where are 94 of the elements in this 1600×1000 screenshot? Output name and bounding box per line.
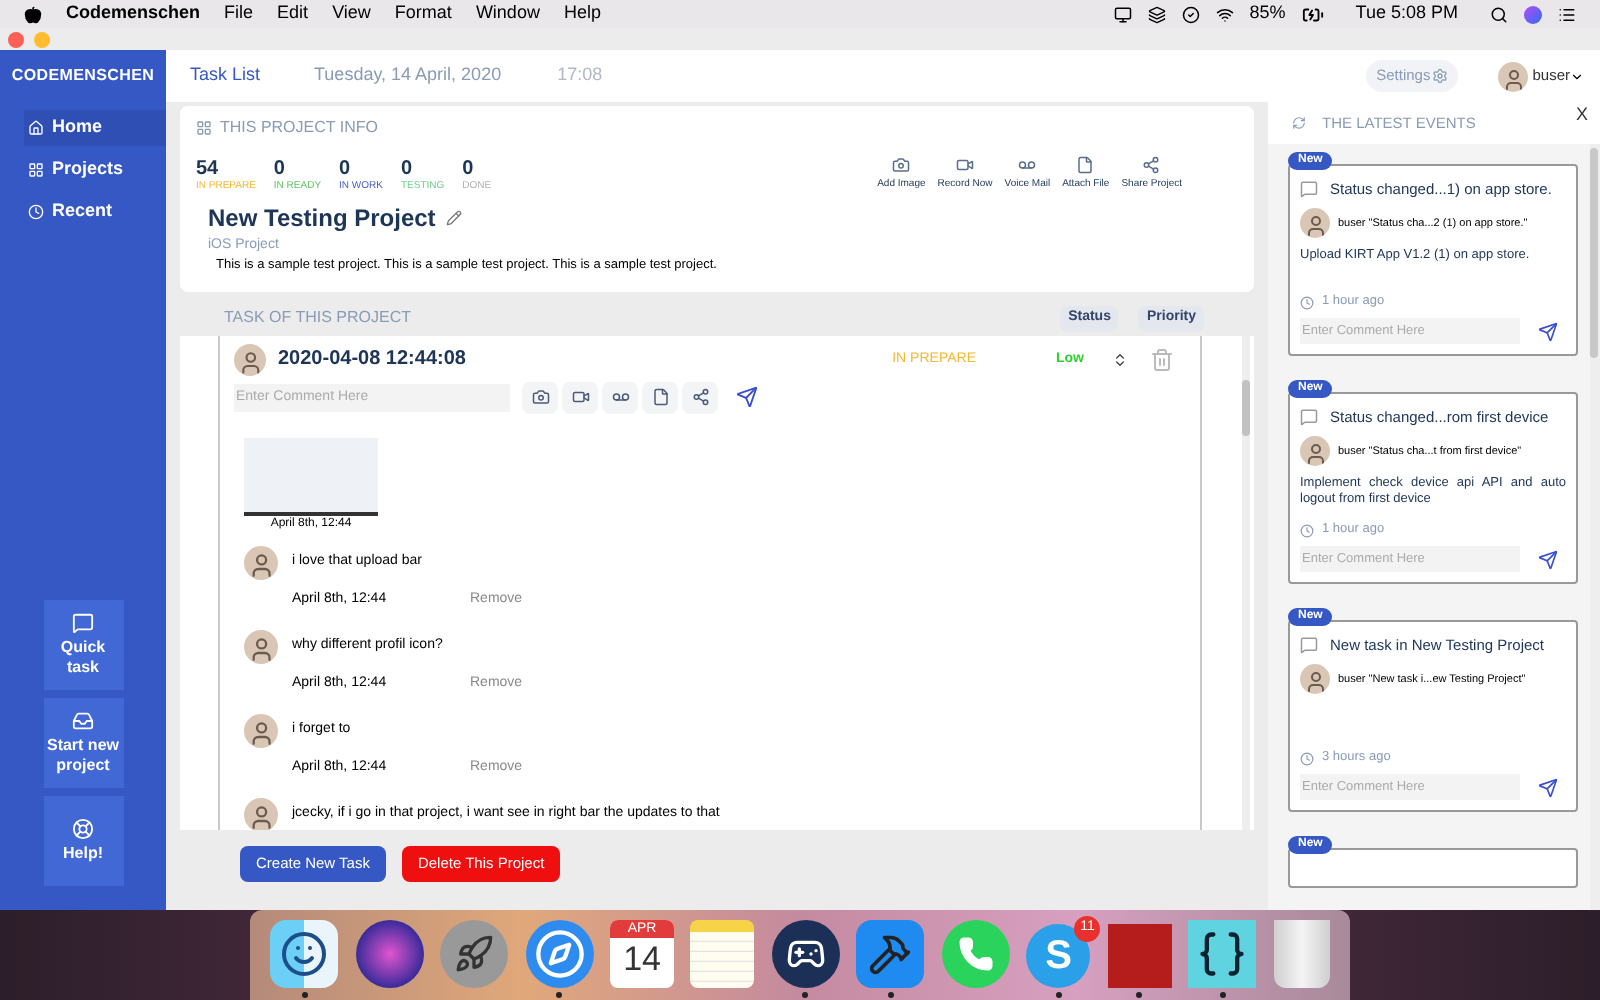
list-icon[interactable] xyxy=(1558,5,1576,23)
comment-icon xyxy=(1300,180,1318,199)
grid-icon xyxy=(196,120,212,136)
send-icon[interactable] xyxy=(736,386,758,409)
stat-value: 0 xyxy=(401,157,415,179)
menu-clock[interactable]: Tue 5:08 PM xyxy=(1355,0,1458,28)
hammer-icon[interactable] xyxy=(856,920,925,988)
pencil-icon[interactable] xyxy=(445,209,462,225)
camera-icon xyxy=(531,388,549,407)
nav-item[interactable]: Home xyxy=(24,110,166,146)
section-heading: TASK OF THIS PROJECT xyxy=(224,306,411,331)
battery-icon[interactable] xyxy=(1301,3,1324,25)
header-date: Tuesday, 14 April, 2020 xyxy=(314,62,502,89)
speech-bubble-icon xyxy=(72,612,94,634)
camera-icon xyxy=(892,156,911,174)
home-icon xyxy=(28,120,44,136)
compass-icon[interactable] xyxy=(525,920,594,988)
file-icon xyxy=(651,388,669,407)
nav-item[interactable]: Projects xyxy=(24,152,166,188)
sort-icon[interactable] xyxy=(1112,351,1128,368)
clock-icon xyxy=(1300,523,1314,538)
settings-icon xyxy=(1432,68,1449,84)
page-title[interactable]: Task List xyxy=(190,62,261,90)
avatar-icon xyxy=(1498,61,1529,91)
share-icon xyxy=(1142,156,1161,174)
clock-icon xyxy=(1300,751,1314,766)
avatar-icon xyxy=(1300,208,1330,239)
avatar-icon xyxy=(234,343,266,376)
comment-icon xyxy=(1300,408,1318,427)
menu-item[interactable]: Help xyxy=(563,0,601,28)
battery-percent: 85% xyxy=(1249,0,1286,27)
comment-icon xyxy=(1300,636,1318,655)
video-icon xyxy=(956,156,975,174)
project-title: New Testing Project xyxy=(208,201,436,235)
menu-item[interactable]: Edit xyxy=(277,0,309,28)
rocket-icon[interactable] xyxy=(440,920,509,988)
clock-icon xyxy=(1300,295,1314,310)
inbox-icon xyxy=(72,710,94,732)
menu-item[interactable]: Format xyxy=(394,0,452,28)
send-icon[interactable] xyxy=(1538,321,1558,341)
monitor-icon[interactable] xyxy=(1113,5,1132,23)
refresh-icon[interactable] xyxy=(1292,116,1306,130)
menu-item[interactable]: File xyxy=(224,0,254,28)
smiling-face-icon[interactable] xyxy=(270,920,339,988)
screenshot-thumbnail[interactable] xyxy=(244,437,378,516)
quick-action-button[interactable]: Help! xyxy=(43,796,123,886)
chevron-down-icon[interactable] xyxy=(1570,69,1584,83)
attachment-tool-button[interactable] xyxy=(602,381,638,414)
close-window-button[interactable] xyxy=(8,31,24,47)
attachment-tool-button[interactable] xyxy=(522,381,558,414)
video-icon xyxy=(571,388,589,407)
menu-item[interactable]: View xyxy=(332,0,371,28)
menu-item[interactable]: Window xyxy=(475,0,540,28)
orb-icon[interactable] xyxy=(355,920,424,988)
section-heading: THIS PROJECT INFO xyxy=(220,116,378,140)
avatar-icon xyxy=(1300,664,1330,695)
wifi-icon[interactable] xyxy=(1215,5,1234,23)
task-timestamp: 2020-04-08 12:44:08 xyxy=(278,346,466,375)
attachment-tool-button[interactable] xyxy=(682,381,718,414)
header-time: 17:08 xyxy=(557,62,603,89)
voicemail-icon xyxy=(611,388,629,407)
braces-icon[interactable] xyxy=(1188,920,1257,988)
nav-item[interactable]: Recent xyxy=(24,194,166,230)
stat-value: 0 xyxy=(462,157,476,179)
stat-value: 54 xyxy=(196,157,221,179)
layers-icon[interactable] xyxy=(1147,5,1166,23)
share-icon xyxy=(691,388,709,407)
avatar-icon xyxy=(244,713,278,748)
lifebuoy-icon xyxy=(72,818,94,840)
file-icon xyxy=(1076,156,1095,174)
avatar-icon xyxy=(244,629,278,664)
avatar-icon xyxy=(244,797,278,830)
quick-action-button[interactable]: Start new project xyxy=(43,698,123,788)
send-icon[interactable] xyxy=(1538,777,1558,797)
game-tile-icon[interactable] xyxy=(1107,924,1172,988)
stat-value: 0 xyxy=(273,157,287,179)
avatar-icon xyxy=(1300,436,1330,467)
stat-value: 0 xyxy=(339,157,353,179)
menu-item[interactable]: Codemenschen xyxy=(66,0,201,28)
orb-icon[interactable] xyxy=(1524,5,1542,23)
clock-icon xyxy=(28,204,44,220)
avatar-icon xyxy=(244,545,278,580)
voicemail-icon xyxy=(1018,156,1037,174)
attachment-tool-button[interactable] xyxy=(642,381,678,414)
apple-icon[interactable] xyxy=(24,5,42,23)
check-circle-icon[interactable] xyxy=(1181,5,1200,23)
close-button[interactable]: X xyxy=(1575,102,1588,129)
steam-icon[interactable] xyxy=(771,920,840,988)
quick-action-button[interactable]: Quick task xyxy=(43,600,123,690)
attachment-tool-button[interactable] xyxy=(562,381,598,414)
brand-logo: CODEMENSCHEN xyxy=(9,64,157,88)
grid-icon xyxy=(28,162,44,178)
search-icon[interactable] xyxy=(1490,5,1508,23)
send-icon[interactable] xyxy=(1538,549,1558,569)
